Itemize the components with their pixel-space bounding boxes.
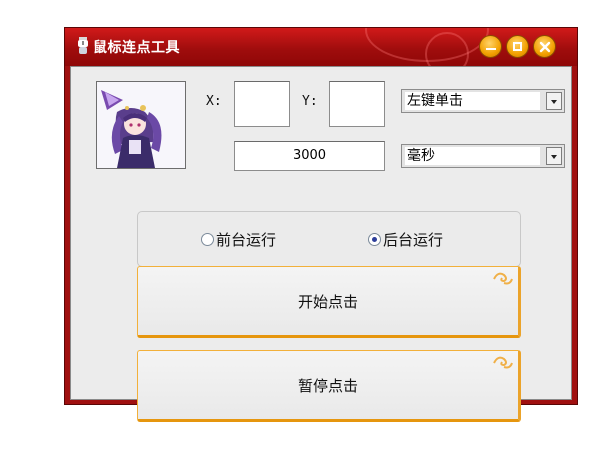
click-type-dropdown-arrow-icon[interactable] [546,92,562,110]
radio-background[interactable] [368,233,381,246]
x-coordinate-field[interactable] [234,81,290,127]
maximize-icon [513,42,522,51]
interval-unit-dropdown-arrow-icon[interactable] [546,147,562,165]
radio-foreground-label[interactable]: 前台运行 [216,229,276,250]
minimize-icon [486,48,496,50]
click-type-value: 左键单击 [405,92,540,110]
close-icon [539,41,551,53]
main-window: 鼠标连点工具 X: Y: 左键单击 3000 毫秒 前台运行 后台运行 开始点击… [64,27,578,422]
radio-foreground[interactable] [201,233,214,246]
close-button[interactable] [533,35,556,58]
swirl-ornament-icon [493,272,513,285]
swirl-ornament-icon [493,356,513,369]
avatar-image [96,81,186,169]
maximize-button[interactable] [506,35,529,58]
interval-input[interactable]: 3000 [234,141,385,171]
pause-click-button[interactable]: 暂停点击 [137,350,521,422]
radio-selected-dot [372,237,377,242]
window-title: 鼠标连点工具 [93,40,180,56]
pause-click-label: 暂停点击 [297,376,358,395]
minimize-button[interactable] [479,35,502,58]
x-label: X: [206,94,222,109]
y-label: Y: [302,94,318,109]
client-area: X: Y: 左键单击 3000 毫秒 前台运行 后台运行 开始点击 暂停点击 [70,66,572,422]
title-bar[interactable]: 鼠标连点工具 [65,28,577,66]
interval-unit-value: 毫秒 [405,147,540,165]
start-click-button[interactable]: 开始点击 [137,266,521,338]
radio-background-label[interactable]: 后台运行 [383,229,443,250]
y-coordinate-field[interactable] [329,81,385,127]
app-icon [78,37,88,54]
interval-unit-select[interactable]: 毫秒 [401,144,565,168]
start-click-label: 开始点击 [297,292,358,311]
click-type-select[interactable]: 左键单击 [401,89,565,113]
run-mode-group: 前台运行 后台运行 [137,211,521,267]
